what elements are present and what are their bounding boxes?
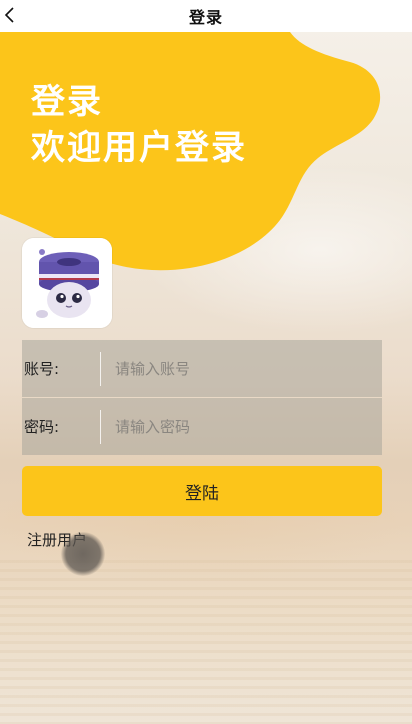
page-title: 登录 (188, 8, 223, 27)
account-input[interactable] (115, 359, 382, 378)
app-avatar (22, 238, 112, 328)
password-label: 密码: (24, 418, 60, 436)
login-button[interactable]: 登陆 (22, 466, 382, 516)
background-sea-texture (0, 560, 412, 724)
field-divider (100, 351, 101, 386)
chevron-left-icon[interactable] (2, 5, 22, 25)
hero-title-line1: 登录 (31, 82, 103, 122)
account-row: 账号: (22, 340, 382, 397)
login-form: 账号: 密码: (22, 340, 382, 455)
hero-title: 登录 欢迎用户登录 (31, 80, 247, 172)
password-input[interactable] (115, 417, 382, 436)
touch-indicator (61, 532, 105, 576)
password-row: 密码: (22, 398, 382, 455)
navigation-bar: 登录 (0, 0, 412, 32)
field-divider (100, 409, 101, 444)
hero-title-line2: 欢迎用户登录 (31, 127, 247, 168)
mascot-avatar-image (22, 238, 112, 328)
account-label: 账号: (24, 360, 60, 378)
